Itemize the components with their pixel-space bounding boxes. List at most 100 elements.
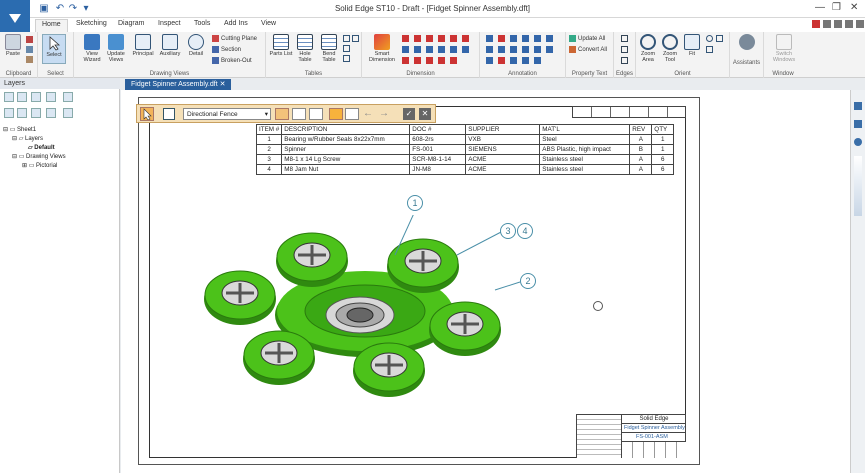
annotation-tool-icon[interactable] <box>510 35 517 42</box>
annotation-tool-icon[interactable] <box>534 46 541 53</box>
dimension-tool-icon[interactable] <box>402 46 409 53</box>
annotation-tool-icon[interactable] <box>546 46 553 53</box>
bend-table-button[interactable]: Bend Table <box>317 34 341 63</box>
format-painter-icon[interactable] <box>26 56 33 63</box>
panel-tool-icon[interactable] <box>4 108 14 118</box>
customize-icon[interactable]: ▾ <box>80 3 92 15</box>
zoom-tool-button[interactable]: Zoom Tool <box>658 34 682 63</box>
redo-icon[interactable]: ↷ <box>67 3 79 15</box>
tree-item-layers[interactable]: ⊟ ▱ Layers <box>12 135 43 142</box>
balloon-item-1[interactable]: 1 <box>407 195 423 211</box>
tab-diagram[interactable]: Diagram <box>112 19 150 32</box>
view-wizard-button[interactable]: View Wizard <box>80 34 104 63</box>
tab-view[interactable]: View <box>255 19 282 32</box>
panel-tool-icon[interactable] <box>4 92 14 102</box>
tab-tools[interactable]: Tools <box>188 19 216 32</box>
dimension-tool-icon[interactable] <box>438 57 445 64</box>
tree-item-drawing-views[interactable]: ⊟ ▭ Drawing Views <box>12 153 66 160</box>
back-arrow-icon[interactable]: ← <box>363 108 375 120</box>
side-tool-icon[interactable] <box>854 120 862 128</box>
fence-options-icon[interactable] <box>163 108 175 120</box>
annotation-tool-icon[interactable] <box>522 35 529 42</box>
annotation-tool-icon[interactable] <box>546 35 553 42</box>
pictorial-view[interactable] <box>195 215 535 400</box>
table-tool-icon[interactable] <box>343 35 350 42</box>
fence-mode-dropdown[interactable]: Directional Fence ▾ <box>183 108 271 120</box>
smart-dimension-button[interactable]: Smart Dimension <box>368 34 396 63</box>
annotation-tool-icon[interactable] <box>486 46 493 53</box>
undo-icon[interactable]: ↶ <box>54 3 66 15</box>
principal-button[interactable]: Principal <box>131 34 155 57</box>
dimension-tool-icon[interactable] <box>426 46 433 53</box>
select-tool-icon[interactable] <box>140 107 154 121</box>
dimension-tool-icon[interactable] <box>462 35 469 42</box>
application-button[interactable] <box>0 0 30 36</box>
view-icon[interactable] <box>706 46 713 53</box>
options-icon[interactable] <box>823 20 831 28</box>
panel-tool-icon[interactable] <box>17 108 27 118</box>
table-tool-icon[interactable] <box>343 55 350 62</box>
help-icon[interactable] <box>812 20 820 28</box>
table-tool-icon[interactable] <box>343 45 350 52</box>
table-tool-icon[interactable] <box>352 35 359 42</box>
tab-sketching[interactable]: Sketching <box>70 19 113 32</box>
tree-item-pictorial[interactable]: ⊞ ▭ Pictorial <box>22 162 57 169</box>
panel-tool-icon[interactable] <box>46 108 56 118</box>
close-icon[interactable]: ✕ <box>850 2 858 13</box>
pan-icon[interactable] <box>716 35 723 42</box>
annotation-tool-icon[interactable] <box>498 46 505 53</box>
annotation-tool-icon[interactable] <box>486 57 493 64</box>
cut-icon[interactable] <box>26 36 33 43</box>
dimension-tool-icon[interactable] <box>402 35 409 42</box>
panel-tool-icon[interactable] <box>63 108 73 118</box>
copy-icon[interactable] <box>26 46 33 53</box>
select-button[interactable]: Select <box>42 34 66 64</box>
update-views-button[interactable]: Update Views <box>104 34 128 63</box>
annotation-tool-icon[interactable] <box>498 57 505 64</box>
dimension-tool-icon[interactable] <box>414 46 421 53</box>
restore-icon[interactable]: ❐ <box>832 2 841 13</box>
section-button[interactable]: Section <box>212 46 241 53</box>
side-tool-icon[interactable] <box>854 138 862 146</box>
annotation-tool-icon[interactable] <box>522 57 529 64</box>
save-icon[interactable]: ▣ <box>38 3 50 15</box>
annotation-tool-icon[interactable] <box>534 57 541 64</box>
tree-item-sheet1[interactable]: ⊟ ▭ Sheet1 <box>3 126 36 133</box>
annotation-tool-icon[interactable] <box>486 35 493 42</box>
panel-tool-icon[interactable] <box>63 92 73 102</box>
balloon-item-2[interactable]: 2 <box>520 273 536 289</box>
side-tool-icon[interactable] <box>854 102 862 110</box>
update-all-button[interactable]: Update All <box>569 35 605 42</box>
tab-add-ins[interactable]: Add Ins <box>218 19 254 32</box>
dimension-tool-icon[interactable] <box>450 35 457 42</box>
dimension-tool-icon[interactable] <box>426 57 433 64</box>
balloon-item-3[interactable]: 3 <box>500 223 516 239</box>
tab-inspect[interactable]: Inspect <box>152 19 187 32</box>
fence-inside-icon[interactable] <box>329 108 343 120</box>
dimension-tool-icon[interactable] <box>438 46 445 53</box>
minimize-doc-icon[interactable] <box>834 20 842 28</box>
annotation-tool-icon[interactable] <box>498 35 505 42</box>
parts-list-table[interactable]: ITEM # DESCRIPTION DOC # SUPPLIER MAT'L … <box>255 124 675 175</box>
parts-list-button[interactable]: Parts List <box>269 34 293 57</box>
dimension-tool-icon[interactable] <box>450 57 457 64</box>
detail-button[interactable]: Detail <box>184 34 208 57</box>
close-doc-icon[interactable] <box>856 20 864 28</box>
panel-tool-icon[interactable] <box>31 92 41 102</box>
fence-overlap-icon[interactable] <box>345 108 359 120</box>
fit-button[interactable]: Fit <box>680 34 704 57</box>
cutting-plane-button[interactable]: Cutting Plane <box>212 35 257 42</box>
tab-home[interactable]: Home <box>35 19 68 32</box>
select-check-icon[interactable] <box>309 108 323 120</box>
dimension-tool-icon[interactable] <box>462 46 469 53</box>
accept-icon[interactable]: ✓ <box>403 108 415 120</box>
annotation-tool-icon[interactable] <box>534 35 541 42</box>
cancel-icon[interactable]: ✕ <box>419 108 431 120</box>
dimension-tool-icon[interactable] <box>438 35 445 42</box>
broken-out-button[interactable]: Broken-Out <box>212 57 252 64</box>
panel-tool-icon[interactable] <box>17 92 27 102</box>
edge-tool-icon[interactable] <box>621 35 628 42</box>
forward-arrow-icon[interactable]: → <box>379 108 391 120</box>
dimension-tool-icon[interactable] <box>414 35 421 42</box>
select-up-icon[interactable] <box>275 108 289 120</box>
